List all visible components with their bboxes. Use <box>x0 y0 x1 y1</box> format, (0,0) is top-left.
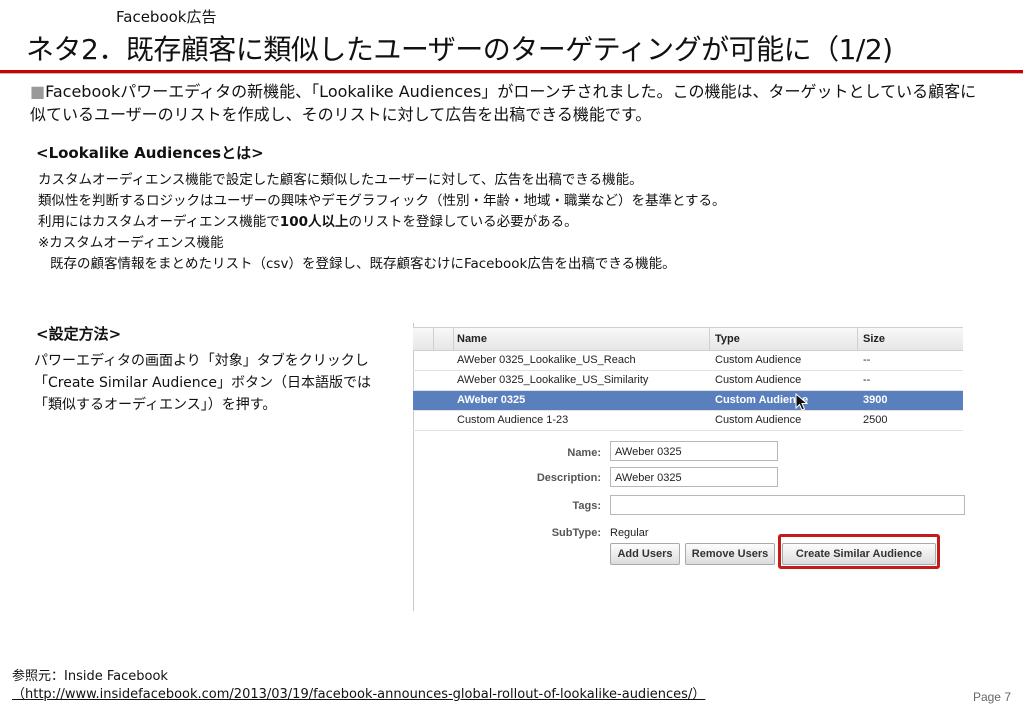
slide-subtitle: Facebook広告 <box>116 8 217 26</box>
power-editor-screenshot: Name Type Size AWeber 0325_Lookalike_US_… <box>413 323 973 611</box>
reference-label: 参照元：Inside Facebook <box>12 669 168 684</box>
lookalike-section-heading: <Lookalike Audiencesとは> <box>36 144 264 162</box>
lookalike-line-3-bold: 100人以上 <box>279 214 349 230</box>
tags-label: Tags: <box>572 500 601 512</box>
row-type: Custom Audience <box>715 414 802 426</box>
lookalike-line-3-post: のリストを登録している必要がある。 <box>348 214 578 230</box>
reference-link[interactable]: （http://www.insidefacebook.com/2013/03/1… <box>12 686 705 704</box>
intro-text: Facebookパワーエディタの新機能、「Lookalike Audiences… <box>30 82 977 124</box>
row-size: -- <box>863 354 871 366</box>
table-row[interactable]: Custom Audience 1-23 Custom Audience 250… <box>413 411 963 431</box>
lookalike-line-4: ※カスタムオーディエンス機能 <box>38 235 224 251</box>
row-name: AWeber 0325 <box>457 394 526 406</box>
subtype-label: SubType: <box>551 527 601 539</box>
description-input[interactable]: AWeber 0325 <box>610 467 778 487</box>
row-size: 2500 <box>863 414 888 426</box>
row-size: -- <box>863 374 871 386</box>
column-separator <box>433 328 434 350</box>
page-number: Page 7 <box>972 690 1011 704</box>
row-name: AWeber 0325_Lookalike_US_Reach <box>457 354 636 366</box>
lookalike-line-5: 既存の顧客情報をまとめたリスト（csv）を登録し、既存顧客むけにFacebook… <box>50 256 676 272</box>
column-header-type[interactable]: Type <box>715 328 740 350</box>
name-input[interactable]: AWeber 0325 <box>610 441 778 461</box>
lookalike-line-2: 類似性を判断するロジックはユーザーの興味やデモグラフィック（性別・年齢・地域・職… <box>38 193 726 209</box>
setup-section-body: パワーエディタの画面より「対象」タブをクリックし「Create Similar … <box>34 353 371 413</box>
audience-table-header: Name Type Size <box>413 327 963 351</box>
column-header-name[interactable]: Name <box>457 328 487 350</box>
description-label: Description: <box>536 472 601 484</box>
lookalike-line-3-pre: 利用にはカスタムオーディエンス機能で <box>38 214 280 230</box>
lookalike-line-1: カスタムオーディエンス機能で設定した顧客に類似したユーザーに対して、広告を出稿で… <box>38 172 643 188</box>
column-separator <box>857 328 858 350</box>
table-row[interactable]: AWeber 0325_Lookalike_US_Similarity Cust… <box>413 371 963 391</box>
lookalike-section-body: カスタムオーディエンス機能で設定した顧客に類似したユーザーに対して、広告を出稿で… <box>38 170 726 275</box>
subtype-value: Regular <box>610 527 649 539</box>
title-rule-shadow <box>0 73 1023 74</box>
intro-bullet: ■ <box>30 82 46 101</box>
name-label: Name: <box>567 447 601 459</box>
column-header-size[interactable]: Size <box>863 328 885 350</box>
lookalike-line-3: 利用にはカスタムオーディエンス機能で100人以上のリストを登録している必要がある… <box>38 212 726 233</box>
table-row-selected[interactable]: AWeber 0325 Custom Audience 3900 <box>413 391 963 411</box>
row-name: AWeber 0325_Lookalike_US_Similarity <box>457 374 649 386</box>
table-row[interactable]: AWeber 0325_Lookalike_US_Reach Custom Au… <box>413 351 963 371</box>
add-users-button[interactable]: Add Users <box>610 543 680 565</box>
slide-title: ネタ2．既存顧客に類似したユーザーのターゲティングが可能に（1/2) <box>26 33 893 66</box>
audience-table: Name Type Size AWeber 0325_Lookalike_US_… <box>413 327 963 431</box>
row-size: 3900 <box>863 394 888 406</box>
setup-section-heading: <設定方法> <box>36 325 122 343</box>
mouse-cursor-icon <box>795 393 809 411</box>
tags-input[interactable] <box>610 495 965 515</box>
column-separator <box>709 328 710 350</box>
row-name: Custom Audience 1-23 <box>457 414 569 426</box>
intro-paragraph: ■Facebookパワーエディタの新機能、「Lookalike Audience… <box>30 80 990 126</box>
row-type: Custom Audience <box>715 374 802 386</box>
remove-users-button[interactable]: Remove Users <box>685 543 775 565</box>
row-type: Custom Audience <box>715 354 802 366</box>
highlight-box <box>778 534 940 569</box>
reference: 参照元：Inside Facebook （http://www.insidefa… <box>12 668 705 704</box>
column-separator <box>453 328 454 350</box>
